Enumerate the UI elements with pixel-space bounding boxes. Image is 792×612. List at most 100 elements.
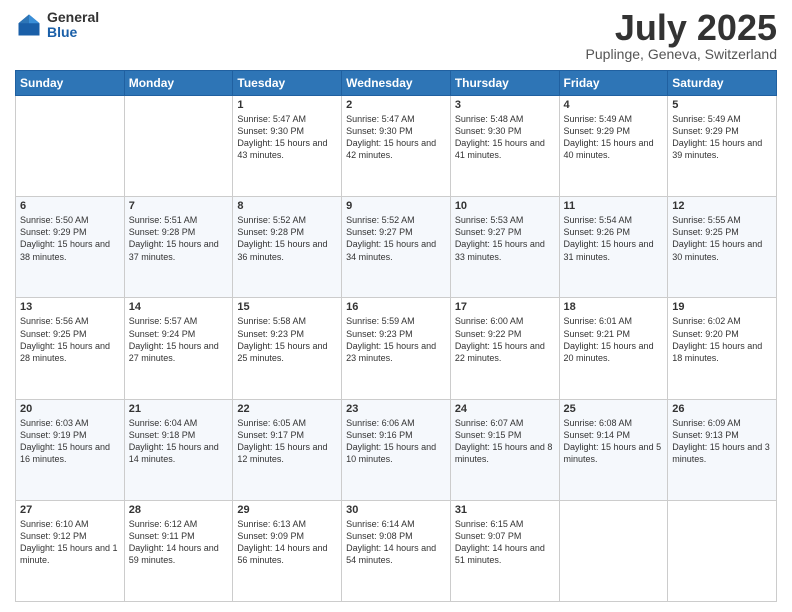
day-info: Sunrise: 5:47 AM Sunset: 9:30 PM Dayligh… (237, 113, 337, 162)
day-number: 7 (129, 200, 229, 212)
table-row: 20Sunrise: 6:03 AM Sunset: 9:19 PM Dayli… (16, 399, 125, 500)
day-info: Sunrise: 5:53 AM Sunset: 9:27 PM Dayligh… (455, 214, 555, 263)
calendar-week-4: 20Sunrise: 6:03 AM Sunset: 9:19 PM Dayli… (16, 399, 777, 500)
table-row: 11Sunrise: 5:54 AM Sunset: 9:26 PM Dayli… (559, 197, 668, 298)
day-number: 10 (455, 200, 555, 212)
month-title: July 2025 (586, 10, 777, 46)
table-row: 27 Sunrise: 6:10 AM Sunset: 9:12 PM Dayli… (16, 500, 125, 601)
day-number: 22 (237, 403, 337, 415)
header-tuesday: Tuesday (233, 71, 342, 96)
day-info: Sunrise: 5:49 AM Sunset: 9:29 PM Dayligh… (672, 113, 772, 162)
location-subtitle: Puplinge, Geneva, Switzerland (586, 46, 777, 62)
table-row: 13Sunrise: 5:56 AM Sunset: 9:25 PM Dayli… (16, 298, 125, 399)
header-sunday: Sunday (16, 71, 125, 96)
day-number: 9 (346, 200, 446, 212)
day-number: 27 (20, 504, 120, 516)
day-number: 23 (346, 403, 446, 415)
day-info: Sunrise: 6:13 AM Sunset: 9:09 PM Dayligh… (237, 518, 337, 567)
day-info: Sunrise: 6:06 AM Sunset: 9:16 PM Dayligh… (346, 417, 446, 466)
day-info: Sunrise: 6:10 AM Sunset: 9:12 PM Dayligh… (20, 518, 120, 567)
table-row: 19 Sunrise: 6:02 AM Sunset: 9:20 PM Dayli… (668, 298, 777, 399)
day-info: Sunrise: 6:03 AM Sunset: 9:19 PM Dayligh… (20, 417, 120, 466)
table-row: 16Sunrise: 5:59 AM Sunset: 9:23 PM Dayli… (342, 298, 451, 399)
day-number: 31 (455, 504, 555, 516)
day-number: 25 (564, 403, 664, 415)
day-number: 18 (564, 301, 664, 313)
day-info: Sunrise: 6:04 AM Sunset: 9:18 PM Dayligh… (129, 417, 229, 466)
table-row: 18 Sunrise: 6:01 AM Sunset: 9:21 PM Dayli… (559, 298, 668, 399)
table-row: 21Sunrise: 6:04 AM Sunset: 9:18 PM Dayli… (124, 399, 233, 500)
logo-general-text: General (47, 10, 99, 25)
day-info: Sunrise: 6:14 AM Sunset: 9:08 PM Dayligh… (346, 518, 446, 567)
calendar-week-1: 1 Sunrise: 5:47 AM Sunset: 9:30 PM Daylig… (16, 96, 777, 197)
day-number: 15 (237, 301, 337, 313)
day-number: 24 (455, 403, 555, 415)
day-info: Sunrise: 5:50 AM Sunset: 9:29 PM Dayligh… (20, 214, 120, 263)
day-number: 19 (672, 301, 772, 313)
table-row: 5 Sunrise: 5:49 AM Sunset: 9:29 PM Daylig… (668, 96, 777, 197)
day-info: Sunrise: 5:59 AM Sunset: 9:23 PM Dayligh… (346, 315, 446, 364)
day-info: Sunrise: 5:51 AM Sunset: 9:28 PM Dayligh… (129, 214, 229, 263)
day-number: 4 (564, 99, 664, 111)
table-row (16, 96, 125, 197)
day-number: 6 (20, 200, 120, 212)
header-monday: Monday (124, 71, 233, 96)
table-row: 9Sunrise: 5:52 AM Sunset: 9:27 PM Daylig… (342, 197, 451, 298)
day-number: 17 (455, 301, 555, 313)
day-info: Sunrise: 6:05 AM Sunset: 9:17 PM Dayligh… (237, 417, 337, 466)
day-number: 3 (455, 99, 555, 111)
table-row: 12Sunrise: 5:55 AM Sunset: 9:25 PM Dayli… (668, 197, 777, 298)
table-row: 22 Sunrise: 6:05 AM Sunset: 9:17 PM Dayli… (233, 399, 342, 500)
day-info: Sunrise: 6:01 AM Sunset: 9:21 PM Dayligh… (564, 315, 664, 364)
day-info: Sunrise: 6:00 AM Sunset: 9:22 PM Dayligh… (455, 315, 555, 364)
day-info: Sunrise: 5:54 AM Sunset: 9:26 PM Dayligh… (564, 214, 664, 263)
day-number: 29 (237, 504, 337, 516)
page: General Blue July 2025 Puplinge, Geneva,… (0, 0, 792, 612)
day-info: Sunrise: 5:57 AM Sunset: 9:24 PM Dayligh… (129, 315, 229, 364)
calendar-week-3: 13Sunrise: 5:56 AM Sunset: 9:25 PM Dayli… (16, 298, 777, 399)
calendar-week-5: 27 Sunrise: 6:10 AM Sunset: 9:12 PM Dayli… (16, 500, 777, 601)
day-number: 28 (129, 504, 229, 516)
header: General Blue July 2025 Puplinge, Geneva,… (15, 10, 777, 62)
table-row: 14Sunrise: 5:57 AM Sunset: 9:24 PM Dayli… (124, 298, 233, 399)
day-info: Sunrise: 5:47 AM Sunset: 9:30 PM Dayligh… (346, 113, 446, 162)
table-row: 26Sunrise: 6:09 AM Sunset: 9:13 PM Dayli… (668, 399, 777, 500)
day-number: 1 (237, 99, 337, 111)
table-row: 4 Sunrise: 5:49 AM Sunset: 9:29 PM Daylig… (559, 96, 668, 197)
day-info: Sunrise: 6:12 AM Sunset: 9:11 PM Dayligh… (129, 518, 229, 567)
day-number: 12 (672, 200, 772, 212)
table-row: 6 Sunrise: 5:50 AM Sunset: 9:29 PM Daylig… (16, 197, 125, 298)
calendar-header-row: Sunday Monday Tuesday Wednesday Thursday… (16, 71, 777, 96)
table-row: 15 Sunrise: 5:58 AM Sunset: 9:23 PM Dayli… (233, 298, 342, 399)
header-thursday: Thursday (450, 71, 559, 96)
table-row: 23 Sunrise: 6:06 AM Sunset: 9:16 PM Dayli… (342, 399, 451, 500)
day-number: 13 (20, 301, 120, 313)
logo: General Blue (15, 10, 99, 41)
day-info: Sunrise: 6:02 AM Sunset: 9:20 PM Dayligh… (672, 315, 772, 364)
table-row: 28 Sunrise: 6:12 AM Sunset: 9:11 PM Dayli… (124, 500, 233, 601)
day-info: Sunrise: 5:52 AM Sunset: 9:28 PM Dayligh… (237, 214, 337, 263)
day-info: Sunrise: 6:15 AM Sunset: 9:07 PM Dayligh… (455, 518, 555, 567)
day-number: 8 (237, 200, 337, 212)
calendar-week-2: 6 Sunrise: 5:50 AM Sunset: 9:29 PM Daylig… (16, 197, 777, 298)
table-row: 24Sunrise: 6:07 AM Sunset: 9:15 PM Dayli… (450, 399, 559, 500)
table-row (668, 500, 777, 601)
table-row: 25Sunrise: 6:08 AM Sunset: 9:14 PM Dayli… (559, 399, 668, 500)
table-row: 30 Sunrise: 6:14 AM Sunset: 9:08 PM Dayli… (342, 500, 451, 601)
table-row: 8 Sunrise: 5:52 AM Sunset: 9:28 PM Daylig… (233, 197, 342, 298)
title-block: July 2025 Puplinge, Geneva, Switzerland (586, 10, 777, 62)
table-row: 7 Sunrise: 5:51 AM Sunset: 9:28 PM Daylig… (124, 197, 233, 298)
day-number: 2 (346, 99, 446, 111)
day-number: 5 (672, 99, 772, 111)
table-row: 29 Sunrise: 6:13 AM Sunset: 9:09 PM Dayli… (233, 500, 342, 601)
logo-blue-text: Blue (47, 25, 99, 40)
header-friday: Friday (559, 71, 668, 96)
table-row: 17 Sunrise: 6:00 AM Sunset: 9:22 PM Dayli… (450, 298, 559, 399)
table-row: 31 Sunrise: 6:15 AM Sunset: 9:07 PM Dayli… (450, 500, 559, 601)
header-saturday: Saturday (668, 71, 777, 96)
day-info: Sunrise: 5:49 AM Sunset: 9:29 PM Dayligh… (564, 113, 664, 162)
day-info: Sunrise: 5:58 AM Sunset: 9:23 PM Dayligh… (237, 315, 337, 364)
header-wednesday: Wednesday (342, 71, 451, 96)
day-number: 30 (346, 504, 446, 516)
table-row (124, 96, 233, 197)
